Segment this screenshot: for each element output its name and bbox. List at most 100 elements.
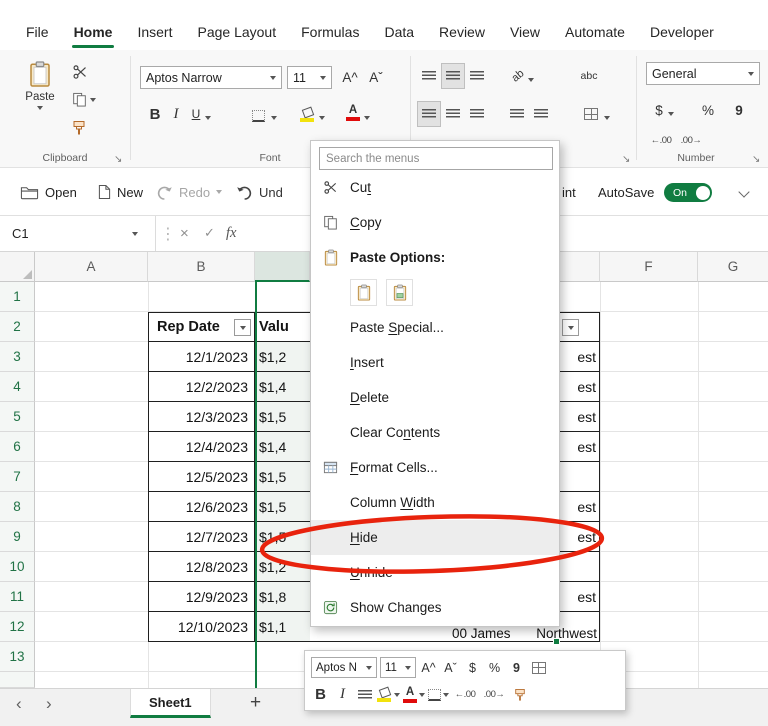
column-header-c-selected[interactable] bbox=[255, 252, 310, 282]
fill-color-dropdown-icon[interactable] bbox=[319, 106, 325, 130]
menu-item-insert[interactable]: Insert bbox=[311, 345, 559, 380]
mini-font-size-combo[interactable]: 11 bbox=[380, 657, 416, 678]
menu-item-paste-special[interactable]: Paste Special... bbox=[311, 310, 559, 345]
increase-font-size-button[interactable]: A^ bbox=[338, 65, 362, 89]
ribbon-tab-view[interactable]: View bbox=[510, 24, 540, 40]
fill-handle[interactable] bbox=[553, 638, 560, 645]
row-header-12[interactable]: 12 bbox=[0, 612, 35, 642]
comma-style-button[interactable]: 9 bbox=[732, 98, 746, 122]
font-name-combo[interactable]: Aptos Narrow bbox=[140, 66, 282, 89]
font-color-button[interactable]: A bbox=[346, 101, 360, 125]
mini-percent-button[interactable]: % bbox=[485, 657, 504, 679]
add-sheet-button[interactable]: + bbox=[250, 692, 261, 714]
menu-item-copy[interactable]: Copy bbox=[311, 205, 559, 240]
column-header-b[interactable]: B bbox=[148, 252, 255, 282]
row-header-9[interactable]: 9 bbox=[0, 522, 35, 552]
mini-align-button[interactable] bbox=[355, 684, 374, 706]
currency-button[interactable]: $ bbox=[652, 98, 666, 122]
ribbon-tab-formulas[interactable]: Formulas bbox=[301, 24, 359, 40]
mini-comma-button[interactable]: 9 bbox=[507, 657, 526, 679]
filter-dropdown-button[interactable] bbox=[234, 319, 251, 336]
previous-sheet-button[interactable]: ‹ bbox=[16, 694, 22, 714]
menu-search-input[interactable] bbox=[319, 147, 553, 170]
insert-function-button[interactable]: fx bbox=[226, 216, 236, 251]
align-right-button[interactable] bbox=[466, 102, 488, 126]
clipboard-dialog-launcher-icon[interactable]: ↘ bbox=[114, 154, 122, 165]
mini-format-painter-button[interactable] bbox=[510, 684, 529, 706]
menu-item-clear-contents[interactable]: Clear Contents bbox=[311, 415, 559, 450]
format-painter-button[interactable] bbox=[72, 120, 86, 136]
row-header-8[interactable]: 8 bbox=[0, 492, 35, 522]
merge-dropdown-icon[interactable] bbox=[604, 106, 610, 130]
increase-decimal-button[interactable]: ←.00 bbox=[648, 128, 674, 152]
decrease-decimal-button[interactable]: .00→ bbox=[678, 128, 704, 152]
mini-decrease-font-button[interactable]: Aˇ bbox=[441, 657, 460, 679]
underline-dropdown-icon[interactable] bbox=[205, 106, 211, 130]
row-header-5[interactable]: 5 bbox=[0, 402, 35, 432]
borders-dropdown-icon[interactable] bbox=[271, 106, 277, 130]
mini-bold-button[interactable]: B bbox=[311, 684, 330, 706]
enter-button[interactable]: ✓ bbox=[204, 216, 215, 251]
select-all-corner[interactable] bbox=[0, 252, 35, 282]
undo-button[interactable]: Und bbox=[236, 168, 283, 216]
bottom-align-button[interactable] bbox=[466, 64, 488, 88]
decrease-font-size-button[interactable]: Aˇ bbox=[364, 65, 388, 89]
bold-button[interactable]: B bbox=[146, 102, 164, 126]
column-header-e-partial[interactable] bbox=[560, 252, 600, 282]
row-header-partial[interactable] bbox=[0, 672, 35, 688]
menu-item-show-changes[interactable]: Show Changes bbox=[311, 590, 559, 625]
column-header-f[interactable]: F bbox=[600, 252, 698, 282]
font-color-dropdown-icon[interactable] bbox=[364, 106, 370, 130]
redo-button[interactable]: Redo bbox=[156, 168, 222, 216]
increase-indent-button[interactable] bbox=[530, 102, 552, 126]
column-header-g[interactable]: G bbox=[698, 252, 768, 282]
row-header-13[interactable]: 13 bbox=[0, 642, 35, 672]
menu-item-cut[interactable]: Cut bbox=[311, 170, 559, 205]
name-box[interactable]: C1 bbox=[0, 216, 156, 251]
menu-item-unhide[interactable]: Unhide bbox=[311, 555, 559, 590]
center-button[interactable] bbox=[442, 102, 464, 126]
row-header-2[interactable]: 2 bbox=[0, 312, 35, 342]
number-dialog-launcher-icon[interactable]: ↘ bbox=[752, 154, 760, 165]
menu-item-format-cells[interactable]: Format Cells... bbox=[311, 450, 559, 485]
borders-button[interactable] bbox=[252, 104, 265, 128]
row-header-3[interactable]: 3 bbox=[0, 342, 35, 372]
paste-button[interactable]: Paste bbox=[16, 60, 64, 140]
mini-font-color-button[interactable]: A bbox=[403, 684, 425, 706]
next-sheet-button[interactable]: › bbox=[46, 694, 52, 714]
ribbon-tab-review[interactable]: Review bbox=[439, 24, 485, 40]
alignment-dialog-launcher-icon[interactable]: ↘ bbox=[622, 154, 630, 165]
menu-item-delete[interactable]: Delete bbox=[311, 380, 559, 415]
menu-item-column-width[interactable]: Column Width bbox=[311, 485, 559, 520]
mini-italic-button[interactable]: I bbox=[333, 684, 352, 706]
copy-button[interactable] bbox=[72, 92, 96, 107]
new-button[interactable]: New bbox=[98, 168, 143, 216]
cancel-button[interactable]: × bbox=[180, 216, 189, 251]
currency-dropdown-icon[interactable] bbox=[668, 102, 674, 126]
percent-style-button[interactable]: % bbox=[700, 98, 716, 122]
row-header-7[interactable]: 7 bbox=[0, 462, 35, 492]
cut-button[interactable] bbox=[72, 64, 88, 80]
menu-item-hide[interactable]: Hide bbox=[311, 520, 559, 555]
row-header-10[interactable]: 10 bbox=[0, 552, 35, 582]
sheet-tab-sheet1[interactable]: Sheet1 bbox=[130, 689, 211, 718]
decrease-indent-button[interactable] bbox=[506, 102, 528, 126]
mini-format-table-button[interactable] bbox=[529, 657, 548, 679]
ribbon-tab-automate[interactable]: Automate bbox=[565, 24, 625, 40]
wrap-text-button[interactable]: abc bbox=[576, 64, 602, 88]
mini-decrease-decimal-button[interactable]: .00→ bbox=[481, 684, 507, 706]
autosave-toggle[interactable]: On bbox=[664, 183, 712, 202]
font-size-combo[interactable]: 11 bbox=[287, 66, 332, 89]
filter-dropdown-button[interactable] bbox=[562, 319, 579, 336]
ribbon-tab-insert[interactable]: Insert bbox=[137, 24, 172, 40]
row-header-11[interactable]: 11 bbox=[0, 582, 35, 612]
mini-currency-button[interactable]: $ bbox=[463, 657, 482, 679]
align-left-button[interactable] bbox=[418, 102, 440, 126]
top-align-button[interactable] bbox=[418, 64, 440, 88]
print-label-fragment[interactable]: int bbox=[562, 168, 576, 216]
ribbon-tab-page-layout[interactable]: Page Layout bbox=[197, 24, 276, 40]
middle-align-button[interactable] bbox=[442, 64, 464, 88]
paste-option-values-button[interactable] bbox=[386, 279, 413, 306]
open-button[interactable]: Open bbox=[20, 168, 77, 216]
row-header-6[interactable]: 6 bbox=[0, 432, 35, 462]
